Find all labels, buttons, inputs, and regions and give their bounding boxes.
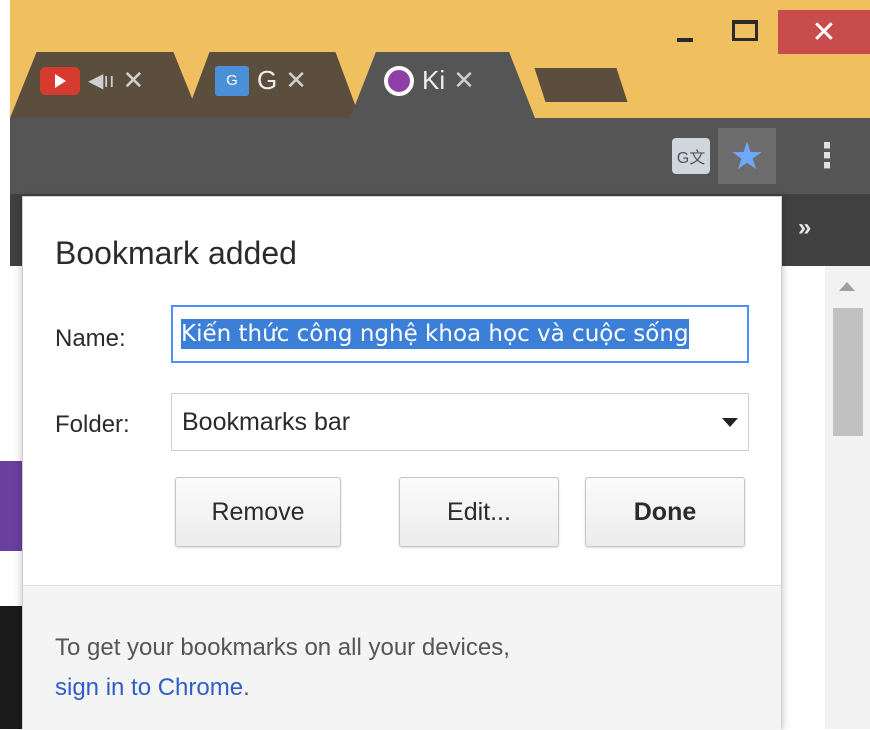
dropdown-caret-icon xyxy=(722,417,738,427)
bookmarks-overflow-icon[interactable]: » xyxy=(798,214,811,242)
name-input[interactable]: Kiến thức công nghệ khoa học và cuộc sốn… xyxy=(171,305,749,363)
dialog-title: Bookmark added xyxy=(55,235,297,271)
google-translate-icon: G xyxy=(215,65,249,96)
folder-select[interactable]: Bookmarks bar xyxy=(171,393,749,451)
youtube-icon xyxy=(40,66,80,95)
maximize-button[interactable] xyxy=(720,10,770,50)
sync-promo-footer: To get your bookmarks on all your device… xyxy=(23,585,781,730)
scroll-thumb[interactable] xyxy=(833,308,863,436)
audio-playing-icon[interactable]: ◀ıı xyxy=(88,68,115,93)
scrollbar[interactable] xyxy=(825,266,870,729)
site-icon xyxy=(384,65,414,96)
sync-promo-message: To get your bookmarks on all your device… xyxy=(55,634,510,661)
new-tab-button[interactable] xyxy=(534,68,628,102)
folder-select-value: Bookmarks bar xyxy=(182,407,351,436)
done-button[interactable]: Done xyxy=(585,477,745,547)
sign-in-link[interactable]: sign in to Chrome xyxy=(55,674,243,701)
tab-title: Ki xyxy=(422,65,446,95)
bookmark-bubble: Bookmark added Name: Kiến thức công nghệ… xyxy=(22,196,782,730)
page-banner xyxy=(0,461,24,551)
bookmark-star-icon[interactable]: ★ xyxy=(718,128,776,184)
minimize-button[interactable] xyxy=(660,10,710,50)
remove-button[interactable]: Remove xyxy=(175,477,341,547)
sync-promo-text: To get your bookmarks on all your device… xyxy=(55,628,510,708)
close-window-button[interactable]: ✕ xyxy=(778,10,870,54)
tab-google-translate[interactable]: G G ✕ xyxy=(185,52,360,118)
name-input-value: Kiến thức công nghệ khoa học và cuộc sốn… xyxy=(181,319,689,349)
tab-close-icon[interactable]: ✕ xyxy=(285,65,307,96)
translate-icon[interactable]: G文 xyxy=(672,138,710,174)
name-label: Name: xyxy=(55,325,126,352)
maximize-icon xyxy=(732,19,758,41)
tab-title: G xyxy=(257,65,278,95)
edit-button[interactable]: Edit... xyxy=(399,477,559,547)
title-bar: ✕ ◀ıı ✕ G G ✕ Ki ✕ xyxy=(10,0,870,118)
minimize-icon xyxy=(677,38,693,42)
tab-youtube[interactable]: ◀ıı ✕ xyxy=(10,52,200,118)
tab-active[interactable]: Ki ✕ xyxy=(350,52,535,118)
folder-label: Folder: xyxy=(55,411,130,438)
page-content xyxy=(0,266,24,729)
browser-toolbar: G文 ★ ⋮ xyxy=(10,118,870,194)
sync-promo-period: . xyxy=(243,674,250,701)
menu-icon[interactable]: ⋮ xyxy=(810,136,844,176)
page-image xyxy=(0,606,24,729)
scroll-up-icon[interactable] xyxy=(839,282,855,291)
tab-close-icon[interactable]: ✕ xyxy=(453,65,475,96)
tab-close-icon[interactable]: ✕ xyxy=(123,65,145,96)
